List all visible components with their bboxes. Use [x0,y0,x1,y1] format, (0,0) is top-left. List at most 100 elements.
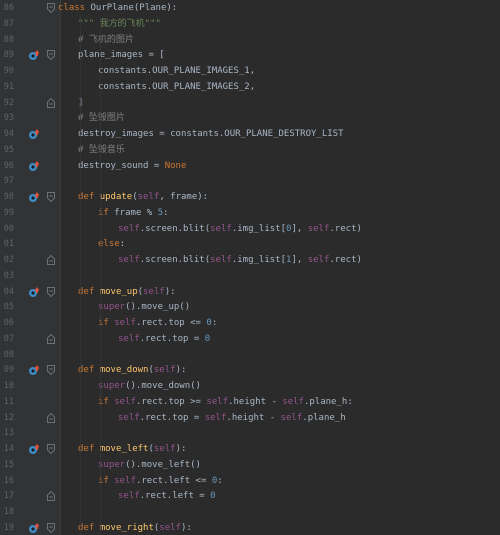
code-line[interactable]: 94 destroy_images = constants.OUR_PLANE_D… [0,126,500,142]
code-text[interactable]: constants.OUR_PLANE_IMAGES_2, [98,79,255,95]
code-line[interactable]: 93 # 坠毁图片 [0,110,500,126]
code-token: self [206,396,229,407]
code-text[interactable]: destroy_images = constants.OUR_PLANE_DES… [78,126,344,142]
code-line[interactable]: 97 [0,173,500,189]
code-line[interactable]: 17 self.rect.left = 0 [0,488,500,504]
code-text[interactable]: # 坠毁音乐 [78,142,125,158]
override-marker-icon[interactable] [28,49,40,61]
code-line[interactable]: 98 def update(self, frame): [0,189,500,205]
code-line[interactable]: 02 self.screen.blit(self.img_list[1], sel… [0,252,500,268]
override-marker-icon[interactable] [28,364,40,376]
code-token: """ 我方的飞机""" [78,18,161,29]
override-marker-icon[interactable] [28,286,40,298]
code-token: self [204,412,227,423]
code-line[interactable]: 87 """ 我方的飞机""" [0,16,500,32]
override-marker-icon[interactable] [28,443,40,455]
code-line[interactable]: 18 [0,504,500,520]
fold-close-icon[interactable] [47,97,55,108]
fold-close-icon[interactable] [47,412,55,423]
code-text[interactable]: super().move_down() [98,378,201,394]
code-line[interactable]: 10 super().move_down() [0,378,500,394]
code-line[interactable]: 88 # 飞机的图片 [0,32,500,48]
fold-open-icon[interactable] [47,192,55,202]
code-text[interactable]: super().move_left() [98,457,201,473]
code-token: : [211,318,218,328]
code-text[interactable]: def move_up(self): [78,284,176,300]
code-text[interactable]: super().move_up() [98,299,190,315]
code-text[interactable]: def move_down(self): [78,362,186,378]
line-number: 88 [3,34,14,45]
override-marker-icon[interactable] [28,522,40,534]
code-text[interactable]: if frame % 5: [98,205,168,221]
fold-open-icon[interactable] [47,444,55,454]
code-token: ): [164,286,176,297]
code-text[interactable]: self.screen.blit(self.img_list[0], self.… [118,221,362,237]
fold-open-icon[interactable] [47,3,55,13]
code-line[interactable]: 12 self.rect.top = self.height - self.pla… [0,410,500,426]
code-text[interactable]: def update(self, frame): [78,189,208,205]
code-line[interactable]: 16 if self.rect.left <= 0: [0,473,500,489]
line-number: 09 [3,365,14,376]
code-text[interactable]: self.rect.top = self.height - self.plane… [118,410,346,426]
code-token: constants.OUR_PLANE_IMAGES_2, [98,81,256,92]
code-line[interactable]: 05 super().move_up() [0,299,500,315]
fold-open-icon[interactable] [47,50,55,61]
code-line[interactable]: 03 [0,268,500,284]
code-text[interactable]: self.rect.top = 0 [118,331,210,347]
override-marker-icon[interactable] [28,160,40,172]
fold-close-icon[interactable] [47,333,55,344]
line-number: 15 [3,459,14,470]
code-token: self [159,522,181,533]
code-line[interactable]: 11 if self.rect.top >= self.height - self… [0,394,500,410]
override-marker-icon[interactable] [28,128,40,140]
fold-open-icon[interactable] [47,286,55,297]
code-text[interactable]: def move_left(self): [78,441,186,457]
code-line[interactable]: 89 plane_images = [ [0,47,500,63]
line-number: 94 [3,129,14,139]
code-text[interactable]: if self.rect.left <= 0: [98,473,223,489]
code-token: plane_images = [ [78,50,165,61]
code-line[interactable]: 01 else: [0,236,500,252]
code-line[interactable]: 96 destroy_sound = None [0,158,500,174]
code-token: self [210,255,232,265]
code-line[interactable]: 99 if frame % 5: [0,205,500,221]
code-line[interactable]: 13 [0,425,500,441]
code-text[interactable]: """ 我方的飞机""" [78,16,161,32]
code-token: .plane_h [302,412,346,423]
code-text[interactable]: if self.rect.top <= 0: [98,315,217,331]
code-text[interactable]: if self.rect.top >= self.height - self.p… [98,394,353,410]
code-text[interactable]: # 飞机的图片 [78,32,134,48]
fold-open-icon[interactable] [47,522,55,533]
code-line[interactable]: 91 constants.OUR_PLANE_IMAGES_2, [0,79,500,95]
code-line[interactable]: 92] [0,95,500,111]
code-line[interactable]: 00 self.screen.blit(self.img_list[0], sel… [0,221,500,237]
code-text[interactable]: def move_right(self): [78,520,192,535]
fold-close-icon[interactable] [47,491,55,502]
code-line[interactable]: 07 self.rect.top = 0 [0,331,500,347]
code-text[interactable]: class OurPlane(Plane): [58,0,177,16]
fold-close-icon[interactable] [47,255,55,265]
code-line[interactable]: 14 def move_left(self): [0,441,500,457]
code-token: class [58,3,91,13]
code-token: update [99,192,133,202]
code-line[interactable]: 19 def move_right(self): [0,520,500,535]
code-line[interactable]: 95 # 坠毁音乐 [0,142,500,158]
code-line[interactable]: 90 constants.OUR_PLANE_IMAGES_1, [0,63,500,79]
code-text[interactable]: destroy_sound = None [78,158,186,174]
code-text[interactable]: # 坠毁图片 [78,110,125,126]
code-line[interactable]: 09 def move_down(self): [0,362,500,378]
fold-open-icon[interactable] [47,365,55,376]
code-line[interactable]: 08 [0,347,500,363]
code-text[interactable]: self.screen.blit(self.img_list[1], self.… [118,252,362,268]
code-line[interactable]: 86 class OurPlane(Plane): [0,0,500,16]
code-line[interactable]: 06 if self.rect.top <= 0: [0,315,500,331]
code-text[interactable]: else: [98,236,125,252]
override-marker-icon[interactable] [28,191,40,203]
code-line[interactable]: 04 def move_up(self): [0,284,500,300]
code-line[interactable]: 15 super().move_left() [0,457,500,473]
code-token: def [78,444,100,454]
code-text[interactable]: self.rect.left = 0 [118,488,216,504]
code-text[interactable]: plane_images = [ [78,47,165,63]
code-text[interactable]: constants.OUR_PLANE_IMAGES_1, [98,63,255,79]
code-editor[interactable]: 86 class OurPlane(Plane): 87 """ 我方的飞机""" 88… [0,0,500,535]
